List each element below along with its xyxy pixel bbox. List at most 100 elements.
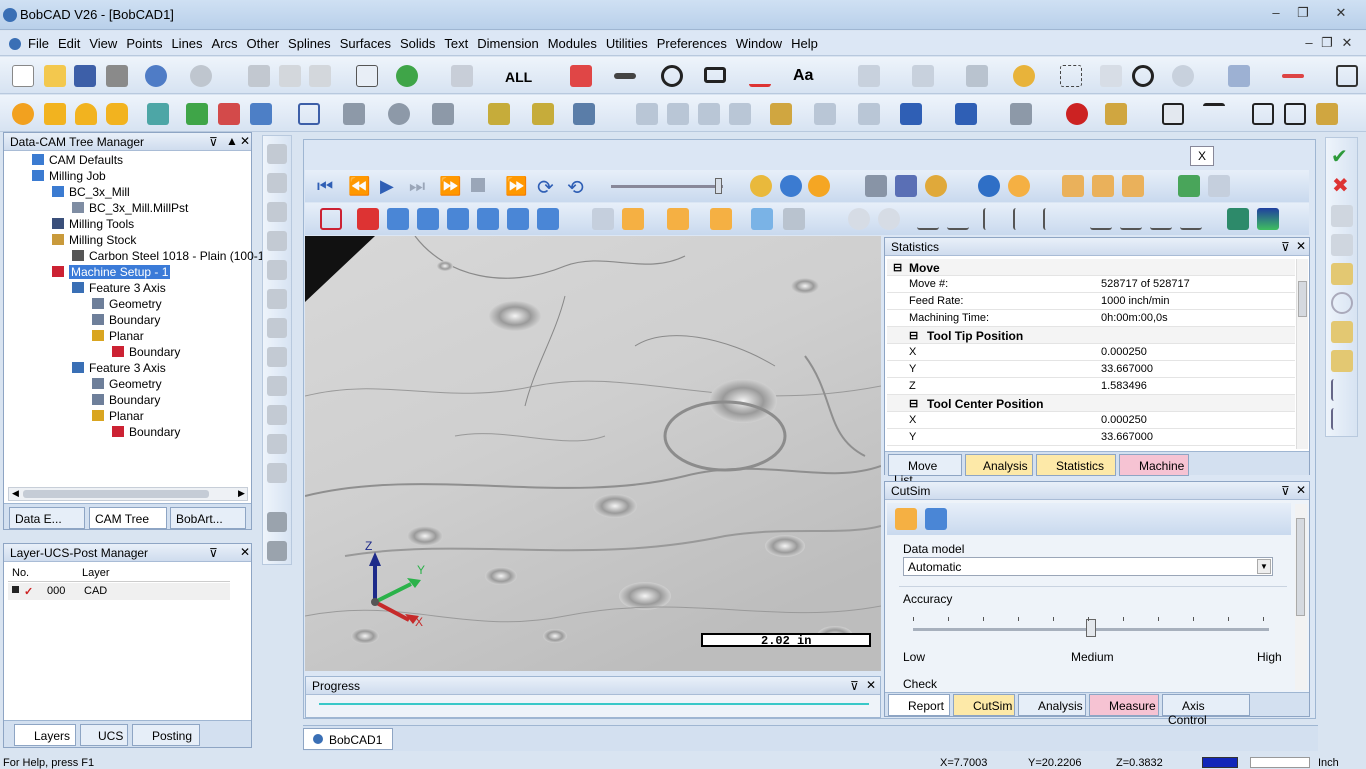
- side-tool-icon[interactable]: [267, 144, 287, 164]
- ruler-icon[interactable]: [865, 175, 887, 197]
- top-view-icon[interactable]: [507, 208, 529, 230]
- speed-slider[interactable]: [611, 178, 723, 194]
- select-filter-icon[interactable]: [451, 65, 473, 87]
- move-section[interactable]: ⊟ Move: [887, 259, 1295, 276]
- measure-icon[interactable]: [1162, 103, 1184, 125]
- panel-menu-icon[interactable]: ▲: [226, 134, 238, 148]
- color-map-icon[interactable]: [1257, 208, 1279, 230]
- tree-item[interactable]: Boundary: [92, 393, 160, 407]
- drop-icon[interactable]: [848, 208, 870, 230]
- menu-surfaces[interactable]: Surfaces: [340, 36, 391, 51]
- split2-icon[interactable]: [1331, 408, 1353, 430]
- toolpath-display-icon[interactable]: [667, 208, 689, 230]
- tree-item[interactable]: CAM Defaults: [32, 153, 123, 167]
- menu-text[interactable]: Text: [444, 36, 468, 51]
- stop-icon[interactable]: [471, 178, 485, 192]
- tree-item[interactable]: Boundary: [112, 425, 180, 439]
- collision2-icon[interactable]: [1120, 208, 1142, 230]
- side-tool-icon[interactable]: [267, 512, 287, 532]
- arc-tool-icon[interactable]: [1203, 103, 1225, 125]
- tree-item[interactable]: Carbon Steel 1018 - Plain (100-12: [72, 249, 271, 263]
- tree-item[interactable]: BC_3x_Mill.MillPst: [72, 201, 188, 215]
- status-color-swatch[interactable]: [1202, 757, 1238, 768]
- layer-check-icon[interactable]: ✓: [24, 585, 33, 598]
- side-tool-icon[interactable]: [267, 173, 287, 193]
- close-button[interactable]: ✕: [1330, 4, 1352, 22]
- panel-close-icon[interactable]: ✕: [1296, 483, 1306, 497]
- tree-item[interactable]: Boundary: [92, 313, 160, 327]
- sphere-icon[interactable]: [12, 103, 34, 125]
- transform-icon[interactable]: [1105, 103, 1127, 125]
- layer-visibility-icon[interactable]: [12, 586, 19, 593]
- copy-icon[interactable]: [279, 65, 301, 87]
- text-tool-button[interactable]: Aa: [793, 67, 813, 85]
- doc-restore-button[interactable]: ❐: [1316, 34, 1338, 52]
- menu-points[interactable]: Points: [126, 36, 162, 51]
- side-tool-icon[interactable]: [267, 231, 287, 251]
- next-move-icon[interactable]: ⏭: [409, 176, 425, 197]
- drop2-icon[interactable]: [878, 208, 900, 230]
- side-tool-icon[interactable]: [267, 289, 287, 309]
- collapse-icon[interactable]: ⊟: [893, 261, 902, 274]
- side-tool-icon[interactable]: [267, 202, 287, 222]
- fit-view-icon[interactable]: [320, 208, 342, 230]
- panel-close-icon[interactable]: ✕: [240, 545, 250, 559]
- tab-report[interactable]: Report: [888, 694, 950, 716]
- menu-arcs[interactable]: Arcs: [212, 36, 238, 51]
- grid-icon[interactable]: [1122, 175, 1144, 197]
- statistics-scrollbar[interactable]: [1296, 259, 1308, 449]
- tree-item[interactable]: Milling Stock: [52, 233, 136, 247]
- tab-cutsim-analysis[interactable]: Analysis: [1018, 694, 1086, 716]
- add-layer-icon[interactable]: [1227, 208, 1249, 230]
- tab-posting[interactable]: Posting: [132, 724, 200, 746]
- globe-icon[interactable]: [780, 175, 802, 197]
- speed-slider-thumb[interactable]: [715, 178, 722, 194]
- panel-close-icon[interactable]: ✕: [866, 678, 876, 692]
- cylinder-icon[interactable]: [106, 103, 128, 125]
- new-file-icon[interactable]: [12, 65, 34, 87]
- stat-row[interactable]: X 0.000250: [887, 412, 1295, 429]
- tool3-icon[interactable]: [1043, 208, 1065, 230]
- loop-icon[interactable]: ⟳: [537, 175, 554, 200]
- cancel-icon[interactable]: ✖: [1332, 173, 1349, 198]
- tree-scroll-thumb[interactable]: [23, 490, 209, 498]
- list3-icon[interactable]: [1331, 263, 1353, 285]
- view-icon[interactable]: [1172, 65, 1194, 87]
- boolean-subtract-icon[interactable]: [218, 103, 240, 125]
- side-tool-icon[interactable]: [267, 260, 287, 280]
- chevron-down-icon[interactable]: ▼: [1257, 559, 1271, 574]
- panel-close-icon[interactable]: ✕: [1296, 239, 1306, 253]
- panel-close-icon[interactable]: ✕: [240, 134, 250, 148]
- zoom-icon[interactable]: [1013, 65, 1035, 87]
- menu-lines[interactable]: Lines: [171, 36, 202, 51]
- ruler-vertical-icon[interactable]: [1331, 321, 1353, 343]
- reset-icon[interactable]: ⟲: [567, 175, 584, 200]
- pin-icon[interactable]: ⊽: [1281, 240, 1290, 254]
- side-tool-icon[interactable]: [267, 347, 287, 367]
- box-view-icon[interactable]: [1336, 65, 1358, 87]
- path-icon[interactable]: [917, 208, 939, 230]
- play-icon[interactable]: ▶: [380, 176, 394, 197]
- maximize-button[interactable]: ❐: [1292, 4, 1314, 22]
- break-icon[interactable]: [698, 103, 720, 125]
- tree-horizontal-scrollbar[interactable]: ◀ ▶: [8, 487, 248, 501]
- first-move-icon[interactable]: ⏮: [317, 176, 333, 197]
- tab-measure[interactable]: Measure: [1089, 694, 1159, 716]
- pin-tool-icon[interactable]: [1178, 175, 1200, 197]
- revolve-icon[interactable]: [388, 103, 410, 125]
- path2-icon[interactable]: [947, 208, 969, 230]
- stats-scroll-thumb[interactable]: [1298, 281, 1307, 317]
- tab-analysis[interactable]: Analysis: [965, 454, 1033, 476]
- menu-file[interactable]: File: [28, 36, 49, 51]
- tree-item[interactable]: Feature 3 Axis: [72, 361, 166, 375]
- list2-icon[interactable]: [1331, 234, 1353, 256]
- tab-bobart[interactable]: BobArt...: [170, 507, 246, 529]
- stock-view-icon[interactable]: [1008, 175, 1030, 197]
- doc-close-button[interactable]: ✕: [1336, 34, 1358, 52]
- accuracy-slider-thumb[interactable]: [1086, 619, 1096, 637]
- target-icon[interactable]: [1331, 292, 1353, 314]
- tool-display-icon[interactable]: [592, 208, 614, 230]
- tab-axis-control[interactable]: Axis Control: [1162, 694, 1250, 727]
- cutsim-tool-icon[interactable]: [895, 508, 917, 530]
- doc-menu-icon[interactable]: [9, 38, 21, 50]
